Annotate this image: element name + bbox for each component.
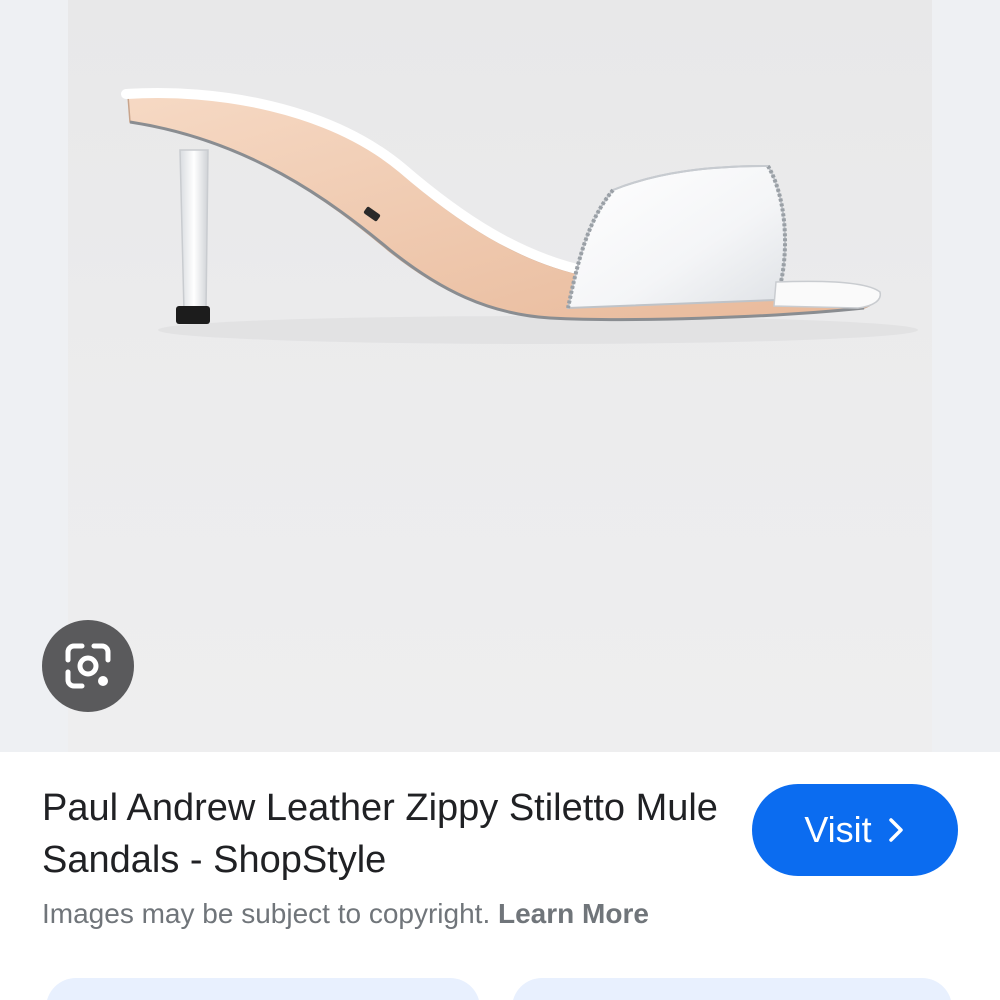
visit-button-label: Visit <box>804 809 872 850</box>
learn-more-link[interactable]: Learn More <box>498 898 649 929</box>
image-area <box>0 0 1000 752</box>
result-title[interactable]: Paul Andrew Leather Zippy Stiletto Mule … <box>42 782 722 886</box>
copyright-notice: Images may be subject to copyright. Lear… <box>42 898 649 930</box>
visit-button[interactable]: Visit <box>752 784 958 876</box>
chevron-right-icon <box>888 818 903 842</box>
image-margin-right <box>932 0 1000 752</box>
image-viewer: Paul Andrew Leather Zippy Stiletto Mule … <box>0 0 1000 1000</box>
google-lens-button[interactable] <box>42 620 134 712</box>
copyright-text: Images may be subject to copyright. <box>42 898 491 929</box>
result-info-panel: Paul Andrew Leather Zippy Stiletto Mule … <box>0 752 1000 1000</box>
product-image[interactable] <box>68 0 932 752</box>
action-chip-right[interactable] <box>512 978 952 1000</box>
sandal-illustration <box>121 87 918 344</box>
action-chip-left[interactable] <box>46 978 480 1000</box>
google-lens-icon <box>65 643 111 689</box>
